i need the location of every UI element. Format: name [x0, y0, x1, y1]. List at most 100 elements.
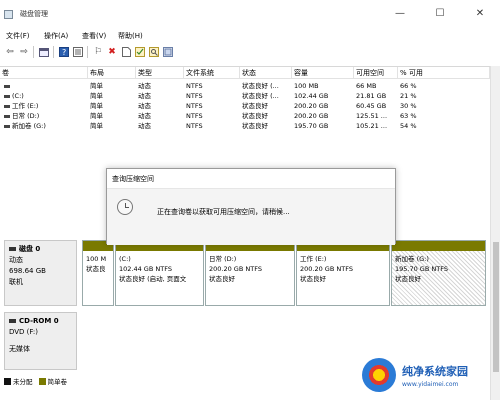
cell-percent: 30 %: [400, 102, 417, 110]
cdrom-name: CD-ROM 0: [19, 317, 59, 325]
partition-size: 200.20 GB NTFS: [209, 265, 262, 273]
legend-swatch-simple: [38, 377, 46, 385]
back-icon[interactable]: ⇦: [4, 46, 16, 58]
disk-0-label[interactable]: 磁盘 0 动态 698.64 GB 联机: [4, 240, 77, 306]
disk-icon: [9, 247, 16, 251]
connect-icon[interactable]: ⚐: [92, 46, 104, 58]
disk-name: 磁盘 0: [19, 245, 41, 253]
table-row[interactable]: (C:): [2, 91, 88, 101]
watermark-sub: www.yidaimei.com: [402, 380, 459, 388]
partition-e[interactable]: 工作 (E:) 200.20 GB NTFS 状态良好: [296, 240, 390, 306]
volume-icon: [4, 84, 10, 88]
disk-type: 动态: [9, 256, 23, 264]
partition-title: 日常 (D:): [209, 255, 237, 263]
volume-table: 卷 布局 类型 文件系统 状态 容量 可用空间 % 可用 简单 动态 NTFS …: [0, 66, 490, 162]
cell-layout: 简单: [90, 92, 103, 100]
col-header-volume[interactable]: 卷: [0, 67, 88, 79]
watermark-logo-icon: [362, 358, 396, 392]
vertical-scrollbar[interactable]: [490, 66, 500, 400]
cell-percent: 54 %: [400, 122, 417, 130]
partition-size: 200.20 GB NTFS: [300, 265, 353, 273]
cell-percent: 21 %: [400, 92, 417, 100]
table-row[interactable]: [2, 81, 88, 91]
legend: 未分配 简单卷: [4, 376, 67, 386]
cell-status: 状态良好 (...: [242, 92, 279, 100]
dialog-title: 查询压缩空间: [107, 169, 395, 189]
cdrom-drive: DVD (F:): [9, 328, 38, 336]
partition-size: 195.70 GB NTFS: [395, 265, 448, 273]
help-icon[interactable]: ?: [58, 46, 70, 58]
col-header-free[interactable]: 可用空间: [354, 67, 398, 79]
table-row[interactable]: 新加卷 (G:): [2, 121, 88, 131]
cell-type: 动态: [138, 92, 151, 100]
toolbar: ⇦ ⇨ ? ⚐ ✖: [0, 44, 500, 60]
cell-free: 66 MB: [356, 82, 377, 90]
scrollbar-thumb[interactable]: [493, 242, 499, 372]
cell-capacity: 200.20 GB: [294, 112, 329, 120]
col-header-percent-free[interactable]: % 可用: [398, 67, 490, 79]
partition-d[interactable]: 日常 (D:) 200.20 GB NTFS 状态良好: [205, 240, 295, 306]
partition-title: 工作 (E:): [300, 255, 327, 263]
volume-icon: [4, 94, 10, 98]
partition-c[interactable]: (C:) 102.44 GB NTFS 状态良好 (启动, 页面文: [115, 240, 204, 306]
col-header-capacity[interactable]: 容量: [292, 67, 354, 79]
menu-action[interactable]: 操作(A): [44, 31, 68, 41]
search-icon[interactable]: [148, 46, 160, 58]
cell-layout: 简单: [90, 82, 103, 90]
cell-type: 动态: [138, 102, 151, 110]
legend-swatch-unallocated: [4, 377, 11, 385]
partition-g[interactable]: 新加卷 (G:) 195.70 GB NTFS 状态良好: [391, 240, 486, 306]
partition-status: 状态良: [86, 265, 106, 273]
checked-icon[interactable]: [134, 46, 146, 58]
delete-icon[interactable]: ✖: [106, 46, 118, 58]
table-row[interactable]: 日常 (D:): [2, 111, 88, 121]
cdrom-0-label[interactable]: CD-ROM 0 DVD (F:) 无媒体: [4, 312, 77, 370]
forward-icon[interactable]: ⇨: [18, 46, 30, 58]
col-header-type[interactable]: 类型: [136, 67, 184, 79]
partition-status: 状态良好 (启动, 页面文: [119, 275, 187, 283]
cell-status: 状态良好: [242, 112, 268, 120]
settings-icon[interactable]: [162, 46, 174, 58]
cell-fs: NTFS: [186, 122, 203, 130]
cell-free: 125.51 ...: [356, 112, 388, 120]
partition-bar: [392, 241, 485, 251]
cdrom-media: 无媒体: [9, 345, 30, 353]
volume-icon: [4, 124, 10, 128]
table-row[interactable]: 工作 (E:): [2, 101, 88, 111]
page-icon[interactable]: [120, 46, 132, 58]
watermark: 纯净系统家园 www.yidaimei.com: [362, 355, 492, 395]
close-button[interactable]: ✕: [460, 0, 500, 28]
partition-size: 102.44 GB NTFS: [119, 265, 172, 273]
cell-capacity: 200.20 GB: [294, 102, 329, 110]
cdrom-icon: [9, 319, 16, 323]
partition-status: 状态良好: [395, 275, 421, 283]
cell-type: 动态: [138, 112, 151, 120]
dialog-message: 正在查询卷以获取可用压缩空间，请稍候...: [157, 208, 290, 216]
cell-free: 105.21 ...: [356, 122, 388, 130]
cell-status: 状态良好 (...: [242, 82, 279, 90]
cell-fs: NTFS: [186, 92, 203, 100]
menu-view[interactable]: 查看(V): [82, 31, 106, 41]
console-icon[interactable]: [38, 46, 50, 58]
cell-capacity: 100 MB: [294, 82, 319, 90]
svg-text:?: ?: [62, 48, 66, 57]
window-title: 磁盘管理: [20, 10, 48, 18]
properties-icon[interactable]: [72, 46, 84, 58]
watermark-main: 纯净系统家园: [402, 364, 468, 378]
minimize-button[interactable]: —: [380, 0, 420, 28]
partition-title: 新加卷 (G:): [395, 255, 429, 263]
cell-layout: 简单: [90, 112, 103, 120]
cell-capacity: 102.44 GB: [294, 92, 329, 100]
cell-status: 状态良好: [242, 102, 268, 110]
query-shrink-dialog[interactable]: 查询压缩空间 正在查询卷以获取可用压缩空间，请稍候...: [106, 168, 396, 245]
col-header-status[interactable]: 状态: [240, 67, 292, 79]
col-header-layout[interactable]: 布局: [88, 67, 136, 79]
cell-percent: 63 %: [400, 112, 417, 120]
maximize-button[interactable]: ☐: [420, 0, 460, 28]
disk-state: 联机: [9, 278, 23, 286]
menu-file[interactable]: 文件(F): [6, 31, 30, 41]
menu-help[interactable]: 帮助(H): [118, 31, 143, 41]
cell-layout: 简单: [90, 102, 103, 110]
col-header-filesystem[interactable]: 文件系统: [184, 67, 240, 79]
partition-system-reserved[interactable]: 100 M 状态良: [82, 240, 114, 306]
